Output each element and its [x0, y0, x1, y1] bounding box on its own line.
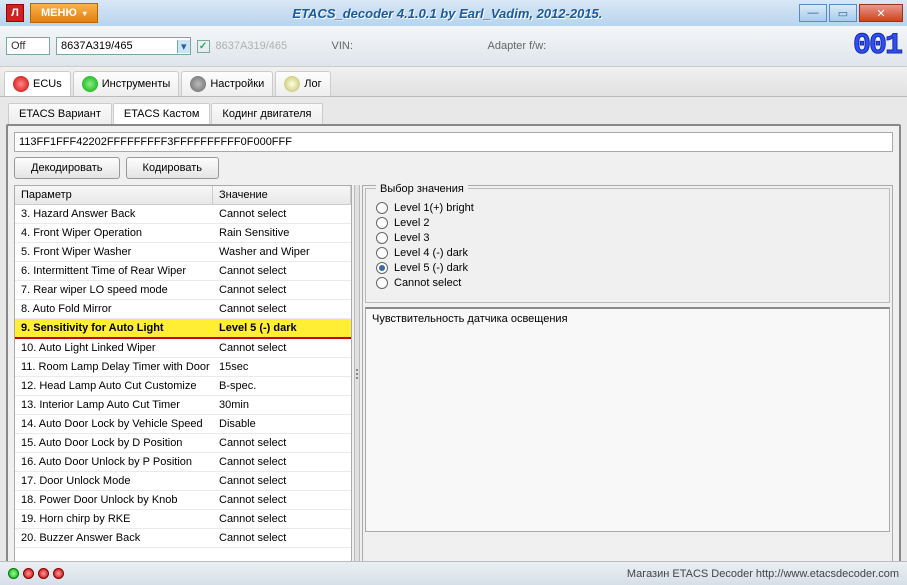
- table-row[interactable]: 7. Rear wiper LO speed modeCannot select: [15, 281, 351, 300]
- subtab-engine-coding[interactable]: Кодинг двигателя: [211, 103, 322, 124]
- subtab-etacs-custom[interactable]: ETACS Кастом: [113, 103, 211, 124]
- description-box: Чувствительность датчика освещения: [365, 307, 890, 532]
- param-grid[interactable]: Параметр Значение 3. Hazard Answer BackC…: [14, 185, 352, 563]
- radio-option[interactable]: Level 3: [376, 232, 879, 244]
- grid-header: Параметр Значение: [15, 186, 351, 205]
- gear-icon: [190, 76, 206, 92]
- tab-tools[interactable]: Инструменты: [73, 71, 180, 96]
- maximize-button[interactable]: ▭: [829, 4, 857, 22]
- table-row[interactable]: 3. Hazard Answer BackCannot select: [15, 205, 351, 224]
- table-row[interactable]: 8. Auto Fold MirrorCannot select: [15, 300, 351, 319]
- table-row[interactable]: 12. Head Lamp Auto Cut CustomizeB-spec.: [15, 377, 351, 396]
- table-row[interactable]: 11. Room Lamp Delay Timer with Door15sec: [15, 358, 351, 377]
- radio-icon: [376, 217, 388, 229]
- tab-ecus[interactable]: ECUs: [4, 71, 71, 96]
- table-row[interactable]: 18. Power Door Unlock by KnobCannot sele…: [15, 491, 351, 510]
- table-row[interactable]: 10. Auto Light Linked WiperCannot select: [15, 339, 351, 358]
- table-row[interactable]: 9. Sensitivity for Auto LightLevel 5 (-)…: [15, 319, 351, 339]
- table-row[interactable]: 6. Intermittent Time of Rear WiperCannot…: [15, 262, 351, 281]
- radio-option[interactable]: Level 1(+) bright: [376, 202, 879, 214]
- toolbar: Off ▾ ✓ 8637A319/465 VIN: Adapter f/w: 0…: [0, 26, 907, 67]
- status-dot-1: [8, 568, 19, 579]
- device-label-grey: 8637A319/465: [216, 40, 326, 52]
- device-combo-input[interactable]: [57, 38, 177, 54]
- radio-option[interactable]: Level 5 (-) dark: [376, 262, 879, 274]
- toolbar-checkbox[interactable]: ✓: [197, 40, 210, 53]
- status-dot-2: [23, 568, 34, 579]
- menu-button[interactable]: МЕНЮ: [30, 3, 98, 23]
- encode-button[interactable]: Кодировать: [126, 157, 219, 179]
- titlebar: Л МЕНЮ ETACS_decoder 4.1.0.1 by Earl_Vad…: [0, 0, 907, 26]
- table-row[interactable]: 4. Front Wiper OperationRain Sensitive: [15, 224, 351, 243]
- radio-icon: [376, 232, 388, 244]
- splitter[interactable]: [354, 185, 360, 563]
- radio-icon: [376, 262, 388, 274]
- chevron-down-icon[interactable]: ▾: [177, 40, 190, 53]
- adapter-label: Adapter f/w:: [488, 40, 547, 52]
- status-dot-3: [38, 568, 49, 579]
- table-row[interactable]: 17. Door Unlock ModeCannot select: [15, 472, 351, 491]
- table-row[interactable]: 20. Buzzer Answer BackCannot select: [15, 529, 351, 548]
- table-row[interactable]: 5. Front Wiper WasherWasher and Wiper: [15, 243, 351, 262]
- work-panel: Декодировать Кодировать Параметр Значени…: [6, 124, 901, 571]
- tab-settings[interactable]: Настройки: [181, 71, 273, 96]
- col-param[interactable]: Параметр: [15, 186, 213, 204]
- table-row[interactable]: 15. Auto Door Lock by D PositionCannot s…: [15, 434, 351, 453]
- close-button[interactable]: ✕: [859, 4, 903, 22]
- radio-icon: [376, 247, 388, 259]
- status-bar: Магазин ETACS Decoder http://www.etacsde…: [0, 561, 907, 585]
- counter-display: 001: [853, 29, 901, 63]
- table-row[interactable]: 16. Auto Door Unlock by P PositionCannot…: [15, 453, 351, 472]
- hex-input[interactable]: [14, 132, 893, 152]
- device-combo[interactable]: ▾: [56, 37, 191, 55]
- tab-log[interactable]: Лог: [275, 71, 330, 96]
- sub-tabs: ETACS Вариант ETACS Кастом Кодинг двигат…: [6, 101, 901, 124]
- diamond-icon: [13, 76, 29, 92]
- table-row[interactable]: 13. Interior Lamp Auto Cut Timer30min: [15, 396, 351, 415]
- radio-icon: [376, 277, 388, 289]
- table-row[interactable]: 14. Auto Door Lock by Vehicle SpeedDisab…: [15, 415, 351, 434]
- table-row[interactable]: 19. Horn chirp by RKECannot select: [15, 510, 351, 529]
- off-field[interactable]: Off: [6, 37, 50, 55]
- decode-button[interactable]: Декодировать: [14, 157, 120, 179]
- main-tabs: ECUs Инструменты Настройки Лог: [0, 67, 907, 97]
- col-value[interactable]: Значение: [213, 186, 351, 204]
- radio-icon: [376, 202, 388, 214]
- window-title: ETACS_decoder 4.1.0.1 by Earl_Vadim, 201…: [98, 6, 797, 21]
- status-text: Магазин ETACS Decoder http://www.etacsde…: [627, 568, 899, 580]
- tools-icon: [82, 76, 98, 92]
- status-dot-4: [53, 568, 64, 579]
- subtab-etacs-variant[interactable]: ETACS Вариант: [8, 103, 112, 124]
- radio-option[interactable]: Cannot select: [376, 277, 879, 289]
- value-selector-panel: Выбор значения Level 1(+) bright Level 2 L…: [362, 185, 893, 563]
- radio-option[interactable]: Level 2: [376, 217, 879, 229]
- selector-legend: Выбор значения: [376, 183, 468, 195]
- minimize-button[interactable]: —: [799, 4, 827, 22]
- vin-label: VIN:: [332, 40, 482, 52]
- radio-option[interactable]: Level 4 (-) dark: [376, 247, 879, 259]
- app-icon: Л: [6, 4, 24, 22]
- log-icon: [284, 76, 300, 92]
